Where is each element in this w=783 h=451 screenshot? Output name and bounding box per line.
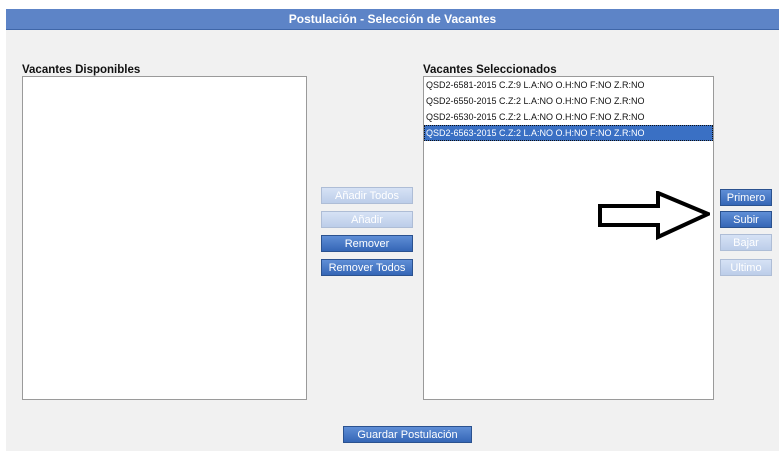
page-title: Postulación - Selección de Vacantes [6,9,779,30]
list-item[interactable]: QSD2-6550-2015 C.Z:2 L.A:NO O.H:NO F:NO … [424,93,713,109]
remove-all-button[interactable]: Remover Todos [321,259,413,276]
up-button[interactable]: Subir [720,211,772,228]
save-application-button[interactable]: Guardar Postulación [343,426,472,443]
list-item[interactable]: QSD2-6530-2015 C.Z:2 L.A:NO O.H:NO F:NO … [424,109,713,125]
available-listbox[interactable] [22,76,307,400]
remove-button[interactable]: Remover [321,235,413,252]
down-button[interactable]: Bajar [720,234,772,251]
list-item-selected[interactable]: QSD2-6563-2015 C.Z:2 L.A:NO O.H:NO F:NO … [424,125,713,141]
available-list-label: Vacantes Disponibles [22,64,141,76]
add-all-button[interactable]: Añadir Todos [321,187,413,204]
selected-list-label: Vacantes Seleccionados [423,64,557,76]
list-item[interactable]: QSD2-6581-2015 C.Z:9 L.A:NO O.H:NO F:NO … [424,77,713,93]
last-button[interactable]: Ultimo [720,259,772,276]
add-button[interactable]: Añadir [321,211,413,228]
first-button[interactable]: Primero [720,189,772,206]
arrow-right-icon [598,189,713,246]
